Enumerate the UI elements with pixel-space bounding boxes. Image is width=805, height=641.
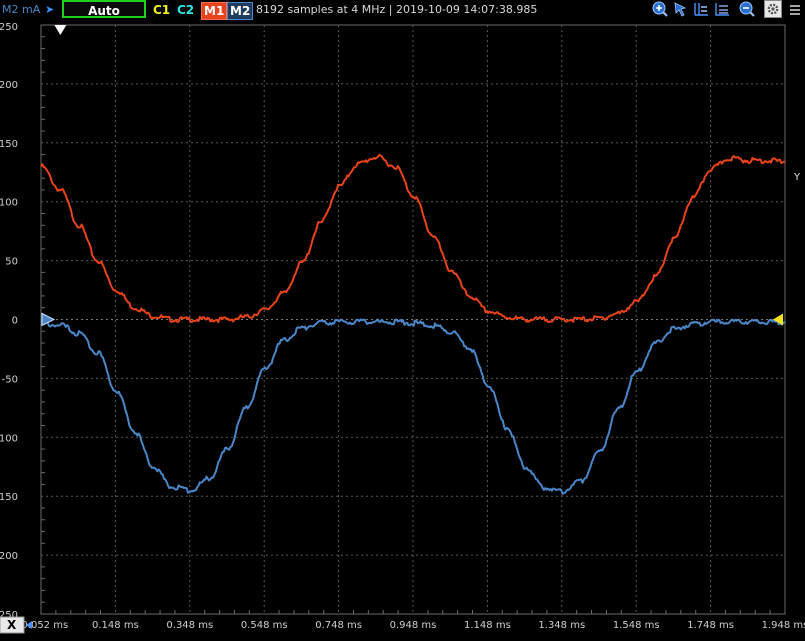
x-tick-label: 1.348 ms xyxy=(538,620,585,631)
x-tick-label: 1.748 ms xyxy=(687,620,734,631)
channel-c1-toggle[interactable]: C1 xyxy=(151,2,172,18)
channel-m2-toggle[interactable]: M2 xyxy=(227,2,254,20)
zoom-out-icon[interactable] xyxy=(739,1,755,17)
zoom-in-icon[interactable] xyxy=(652,1,668,17)
unit-label: M2 mA xyxy=(2,3,41,16)
x-tick-label: 0.548 ms xyxy=(241,620,288,631)
x-tick-label: -0.052 ms xyxy=(18,620,68,631)
chevron-right-icon[interactable]: ➤ xyxy=(45,3,54,16)
x-tick-label: 0.748 ms xyxy=(315,620,362,631)
y-tick-label: -50 xyxy=(2,374,18,385)
y-tick-label: 150 xyxy=(0,139,18,150)
y-axis-letter: Y xyxy=(793,172,801,183)
y-tick-label: 250 xyxy=(0,22,18,33)
acquisition-info: 8192 samples at 4 MHz | 2019-10-09 14:07… xyxy=(256,3,538,16)
x-tick-label: 1.948 ms xyxy=(762,620,805,631)
waveform-chart[interactable]: -0.052 ms 0.148 ms 0.348 ms 0.548 ms 0.748 m… xyxy=(0,20,805,637)
x-axis-letter: X xyxy=(7,618,17,632)
y-tick-label: -150 xyxy=(0,492,18,503)
toolbar: M2 mA ➤ Auto C1 C2 M1 M2 8192 samples at… xyxy=(0,0,805,20)
y-tick-label: 0 xyxy=(12,316,18,327)
channel-c2-toggle[interactable]: C2 xyxy=(175,2,196,18)
measure-icon[interactable] xyxy=(714,1,730,17)
trigger-mode-button[interactable]: Auto xyxy=(62,0,146,18)
menu-icon[interactable] xyxy=(788,3,802,17)
x-tick-label: 0.948 ms xyxy=(390,620,437,631)
settings-icon[interactable] xyxy=(764,0,782,18)
cursor-icon[interactable] xyxy=(673,1,689,17)
x-tick-label: 1.148 ms xyxy=(464,620,511,631)
channel-m1-toggle[interactable]: M1 xyxy=(201,2,228,20)
y-tick-label: 100 xyxy=(0,198,18,209)
y-tick-label: -200 xyxy=(0,551,18,562)
plot-area[interactable]: -0.052 ms 0.148 ms 0.348 ms 0.548 ms 0.748 m… xyxy=(0,20,805,637)
x-tick-label: 1.548 ms xyxy=(613,620,660,631)
y-tick-label: 200 xyxy=(0,80,18,91)
y-tick-label: -100 xyxy=(0,433,18,444)
cursor-grid-icon[interactable] xyxy=(693,1,709,17)
y-tick-label: 50 xyxy=(5,257,18,268)
x-tick-label: 0.348 ms xyxy=(166,620,213,631)
x-tick-label: 0.148 ms xyxy=(92,620,139,631)
